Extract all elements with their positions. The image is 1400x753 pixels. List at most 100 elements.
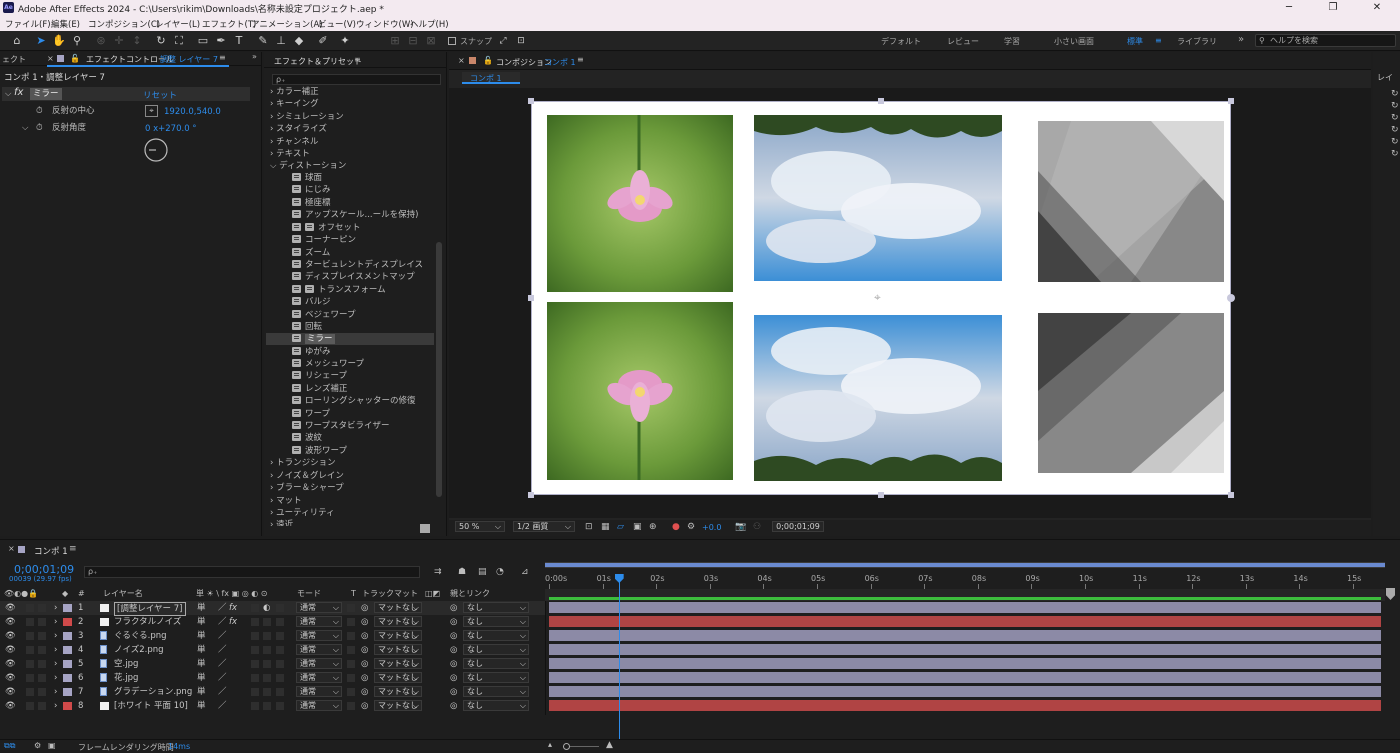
minimize-button[interactable]: ─ — [1267, 0, 1311, 16]
layer-duration-bar[interactable] — [549, 672, 1381, 683]
effect-item[interactable]: ゆがみ — [292, 346, 331, 358]
parent-pickwhip-icon[interactable]: ◎ — [450, 699, 457, 713]
snapshot-icon[interactable]: 📷 — [735, 522, 746, 532]
workspace-default[interactable]: デフォルト — [881, 36, 921, 47]
category-item[interactable]: › シミュレーション — [270, 111, 344, 123]
motion-blur-switch[interactable] — [251, 674, 259, 682]
lock-icon[interactable]: 🔓 — [70, 54, 80, 63]
motion-blur-switch[interactable] — [251, 646, 259, 654]
eye-icon[interactable]: 👁 — [5, 615, 16, 629]
effect-item[interactable]: 極座標 — [292, 197, 331, 209]
zoom-in-icon[interactable]: ▲ — [606, 740, 613, 750]
close-button[interactable]: ✕ — [1355, 0, 1399, 16]
lock-switch[interactable] — [38, 688, 46, 696]
solo-switch[interactable] — [26, 688, 34, 696]
shy-switch-icon[interactable]: 単 — [197, 685, 206, 699]
type-tool-icon[interactable]: T — [232, 34, 246, 48]
effect-item[interactable]: アップスケール...ールを保持) — [292, 209, 418, 221]
rotation-tool-icon[interactable]: ↻ — [154, 34, 168, 48]
eye-icon[interactable]: 👁 — [5, 699, 16, 713]
playhead-handle[interactable] — [614, 574, 624, 583]
menu-view[interactable]: ビュー(V) — [318, 18, 356, 30]
show-snapshot-icon[interactable]: ⚇ — [753, 522, 761, 532]
help-search-input[interactable]: ヘルプを検索 — [1255, 34, 1396, 47]
solo-switch[interactable] — [26, 646, 34, 654]
layer-duration-bar[interactable] — [549, 644, 1381, 655]
region-of-interest-icon[interactable]: ▣ — [633, 522, 642, 532]
transparency-grid-icon[interactable]: ▦ — [601, 522, 610, 532]
fx-switch-icon[interactable]: fx — [229, 601, 237, 615]
layer-row[interactable]: 👁 › 2 フラクタルノイズ 単 ／ fx 通常 ⌵ ◎ マットなし ⌵ ◎ なし ⌵ — [0, 615, 545, 629]
new-folder-icon[interactable] — [420, 524, 430, 533]
parent-dropdown[interactable]: なし ⌵ — [463, 658, 529, 669]
layer-row[interactable]: 👁 › 4 ノイズ2.png 単 ／ 通常 ⌵ ◎ マットなし ⌵ ◎ なし ⌵ — [0, 643, 545, 657]
blend-mode-dropdown[interactable]: 通常 ⌵ — [296, 700, 342, 711]
layer-name[interactable]: 空.jpg — [114, 657, 138, 671]
lock-switch[interactable] — [38, 660, 46, 668]
layer-duration-bar[interactable] — [549, 658, 1381, 669]
effect-item[interactable]: 波紋 — [292, 432, 322, 444]
parent-dropdown[interactable]: なし ⌵ — [463, 700, 529, 711]
blend-mode-dropdown[interactable]: 通常 ⌵ — [296, 672, 342, 683]
layer-name[interactable]: [ホワイト 平面 10] — [114, 699, 188, 713]
effect-item[interactable]: バルジ — [292, 296, 331, 308]
category-item[interactable]: › 遠近 — [270, 519, 293, 526]
layer-row[interactable]: 👁 › 7 グラデーション.png 単 ／ 通常 ⌵ ◎ マットなし ⌵ ◎ なし ⌵ — [0, 685, 545, 699]
blend-mode-dropdown[interactable]: 通常 ⌵ — [296, 644, 342, 655]
pickwhip-icon[interactable]: ◎ — [361, 643, 368, 657]
channel-icon[interactable]: ● — [672, 522, 680, 532]
eye-icon[interactable]: 👁 — [5, 671, 16, 685]
fit-icon[interactable]: ⊡ — [585, 522, 593, 532]
column-mode[interactable]: モード — [297, 588, 321, 600]
solo-switch[interactable] — [26, 660, 34, 668]
expand-arrow-icon[interactable]: ⌵ — [5, 88, 11, 100]
category-item[interactable]: › テキスト — [270, 148, 310, 160]
parent-dropdown[interactable]: なし ⌵ — [463, 672, 529, 683]
column-layer-name[interactable]: レイヤー名 — [103, 588, 143, 600]
adjustment-switch[interactable] — [263, 702, 271, 710]
close-tab-icon[interactable]: × — [458, 56, 465, 65]
playhead[interactable] — [618, 574, 620, 739]
effect-item[interactable]: ワープ — [292, 408, 330, 420]
shy-switch-icon[interactable]: 単 — [197, 657, 206, 671]
axis-world-icon[interactable]: ⊟ — [406, 34, 420, 48]
layer-row[interactable]: 👁 › 6 花.jpg 単 ／ 通常 ⌵ ◎ マットなし ⌵ ◎ なし ⌵ — [0, 671, 545, 685]
expand-arrow-icon[interactable]: › — [54, 685, 57, 699]
label-color-swatch[interactable] — [63, 674, 72, 682]
pen-tool-icon[interactable]: ✒ — [214, 34, 228, 48]
category-item[interactable]: › ノイズ＆グレイン — [270, 470, 344, 482]
3d-switch[interactable] — [276, 604, 284, 612]
eye-icon[interactable]: 👁 — [5, 657, 16, 671]
adjustment-layer-icon[interactable]: ◐ — [263, 601, 270, 615]
composition-tab-name[interactable]: コンポ 1 — [544, 57, 576, 68]
adjustment-switch[interactable] — [263, 618, 271, 626]
solo-switch[interactable] — [26, 618, 34, 626]
snap-edges-icon[interactable]: ⊡ — [514, 34, 528, 48]
effect-item[interactable]: ワープスタビライザー — [292, 420, 390, 432]
track-matte-dropdown[interactable]: マットなし ⌵ — [374, 644, 422, 655]
effect-item[interactable]: タービュレントディスプレイス — [292, 259, 423, 271]
menu-file[interactable]: ファイル(F) — [5, 18, 51, 30]
resolution-dropdown[interactable]: 1/2 画質 ⌵ — [513, 521, 575, 532]
pickwhip-icon[interactable]: ◎ — [361, 699, 368, 713]
render-settings-icon[interactable]: ⚙ — [34, 741, 41, 750]
puppet-pin-icon[interactable]: ✦ — [338, 34, 352, 48]
expand-arrow-icon[interactable]: › — [54, 657, 57, 671]
layer-name[interactable]: グラデーション.png — [114, 685, 192, 699]
quality-switch-icon[interactable]: ／ — [218, 657, 227, 671]
lock-switch[interactable] — [38, 618, 46, 626]
column-parent[interactable]: 親とリンク — [450, 588, 490, 600]
frame-blending-icon[interactable]: ▤ — [478, 567, 487, 577]
preserve-transparency-switch[interactable] — [347, 688, 355, 696]
solo-switch[interactable] — [26, 604, 34, 612]
lock-switch[interactable] — [38, 632, 46, 640]
layer-duration-bar[interactable] — [549, 616, 1381, 627]
side-panel-label[interactable]: レイ — [1377, 72, 1393, 83]
preserve-transparency-switch[interactable] — [347, 702, 355, 710]
shy-icon[interactable]: ☗ — [458, 567, 466, 577]
effects-scrollbar[interactable] — [436, 242, 442, 497]
motion-blur-switch[interactable] — [251, 688, 259, 696]
timeline-divider[interactable] — [545, 601, 546, 715]
shy-switch-icon[interactable]: 単 — [197, 601, 206, 615]
solo-switch[interactable] — [26, 632, 34, 640]
